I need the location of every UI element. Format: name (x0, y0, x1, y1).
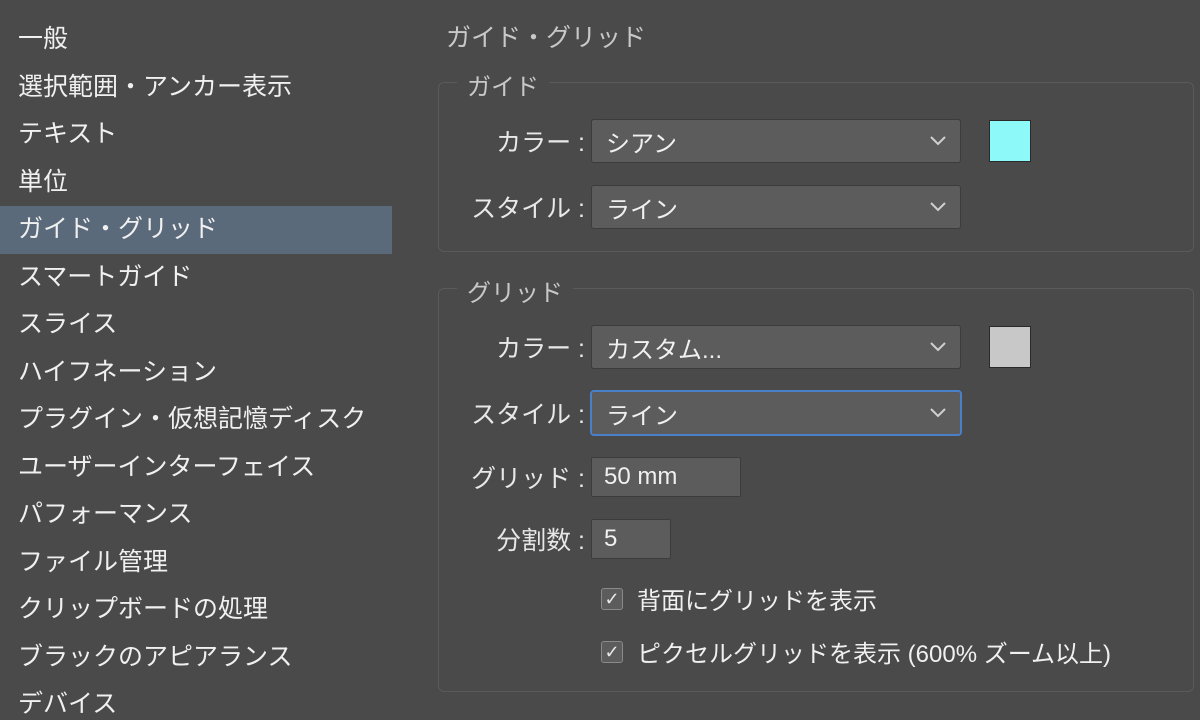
grid-style-label: スタイル : (455, 395, 591, 431)
grid-show-pixel-label: ピクセルグリッドを表示 (600% ズーム以上) (637, 634, 1111, 669)
sidebar-item-user-interface[interactable]: ユーザーインターフェイス (0, 444, 392, 492)
sidebar-item-label: 選択範囲・アンカー表示 (18, 73, 292, 101)
guide-style-value: ライン (606, 190, 678, 225)
sidebar-item-label: 単位 (18, 168, 68, 196)
sidebar-item-plugins-scratch[interactable]: プラグイン・仮想記憶ディスク (0, 396, 392, 444)
grid-color-value: カスタム... (606, 330, 722, 365)
sidebar-item-label: ガイド・グリッド (18, 215, 218, 243)
sidebar-item-guides-grid[interactable]: ガイド・グリッド (0, 206, 392, 254)
guide-style-row: スタイル : ライン (455, 185, 1177, 229)
grid-color-swatch[interactable] (989, 326, 1031, 368)
grid-spacing-row: グリッド : (455, 457, 1177, 497)
sidebar-item-label: パフォーマンス (18, 500, 193, 528)
grid-style-select[interactable]: ライン (591, 391, 961, 435)
page-title: ガイド・グリッド (432, 18, 1200, 54)
sidebar-item-label: ユーザーインターフェイス (18, 453, 315, 481)
sidebar-item-label: プラグイン・仮想記憶ディスク (18, 405, 366, 433)
guide-style-select[interactable]: ライン (591, 185, 961, 229)
sidebar: 一般 選択範囲・アンカー表示 テキスト 単位 ガイド・グリッド スマートガイド … (0, 0, 392, 720)
grid-group-legend: グリッド (457, 273, 573, 308)
guide-color-value: シアン (606, 124, 677, 159)
sidebar-item-smart-guides[interactable]: スマートガイド (0, 254, 392, 302)
grid-group: グリッド カラー : カスタム... スタイル : ライン (438, 288, 1194, 692)
grid-show-back-label: 背面にグリッドを表示 (637, 581, 877, 616)
sidebar-item-label: テキスト (18, 120, 117, 148)
sidebar-item-clipboard[interactable]: クリップボードの処理 (0, 586, 392, 634)
grid-color-row: カラー : カスタム... (455, 325, 1177, 369)
chevron-down-icon (930, 342, 946, 352)
sidebar-item-units[interactable]: 単位 (0, 159, 392, 207)
grid-show-back-row: 背面にグリッドを表示 (601, 581, 1177, 616)
guide-color-row: カラー : シアン (455, 119, 1177, 163)
grid-color-select[interactable]: カスタム... (591, 325, 961, 369)
sidebar-item-label: ハイフネーション (18, 358, 217, 386)
chevron-down-icon (930, 408, 946, 418)
grid-subdiv-label: 分割数 : (455, 521, 591, 557)
chevron-down-icon (930, 136, 946, 146)
sidebar-item-devices[interactable]: デバイス (0, 681, 392, 720)
sidebar-item-general[interactable]: 一般 (0, 16, 392, 64)
guide-color-label: カラー : (455, 123, 591, 159)
sidebar-item-label: スマートガイド (18, 263, 192, 291)
sidebar-item-label: 一般 (18, 25, 68, 53)
sidebar-item-black-appearance[interactable]: ブラックのアピアランス (0, 634, 392, 682)
main-panel: ガイド・グリッド ガイド カラー : シアン スタイル : ライン (392, 0, 1200, 720)
guide-color-swatch[interactable] (989, 120, 1031, 162)
guide-group-legend: ガイド (457, 67, 549, 102)
grid-color-label: カラー : (455, 329, 591, 365)
grid-spacing-input[interactable] (591, 457, 741, 497)
grid-style-value: ライン (606, 396, 678, 431)
grid-subdiv-input[interactable] (591, 519, 671, 559)
guide-color-select[interactable]: シアン (591, 119, 961, 163)
grid-show-pixel-checkbox[interactable] (601, 641, 623, 663)
sidebar-item-label: ファイル管理 (18, 548, 168, 576)
guide-group: ガイド カラー : シアン スタイル : ライン (438, 82, 1194, 252)
grid-spacing-label: グリッド : (455, 459, 591, 495)
preferences-window: 一般 選択範囲・アンカー表示 テキスト 単位 ガイド・グリッド スマートガイド … (0, 0, 1200, 720)
sidebar-item-label: スライス (18, 310, 117, 338)
sidebar-item-hyphenation[interactable]: ハイフネーション (0, 349, 392, 397)
grid-subdiv-row: 分割数 : (455, 519, 1177, 559)
sidebar-item-slices[interactable]: スライス (0, 301, 392, 349)
sidebar-item-label: デバイス (18, 690, 117, 718)
grid-style-row: スタイル : ライン (455, 391, 1177, 435)
sidebar-item-performance[interactable]: パフォーマンス (0, 491, 392, 539)
sidebar-item-text[interactable]: テキスト (0, 111, 392, 159)
grid-show-pixel-row: ピクセルグリッドを表示 (600% ズーム以上) (601, 634, 1177, 669)
guide-style-label: スタイル : (455, 189, 591, 225)
grid-show-back-checkbox[interactable] (601, 588, 623, 610)
sidebar-item-label: クリップボードの処理 (18, 595, 268, 623)
sidebar-item-selection-anchor[interactable]: 選択範囲・アンカー表示 (0, 64, 392, 112)
chevron-down-icon (930, 202, 946, 212)
sidebar-item-label: ブラックのアピアランス (18, 643, 293, 671)
sidebar-item-file-handling[interactable]: ファイル管理 (0, 539, 392, 587)
